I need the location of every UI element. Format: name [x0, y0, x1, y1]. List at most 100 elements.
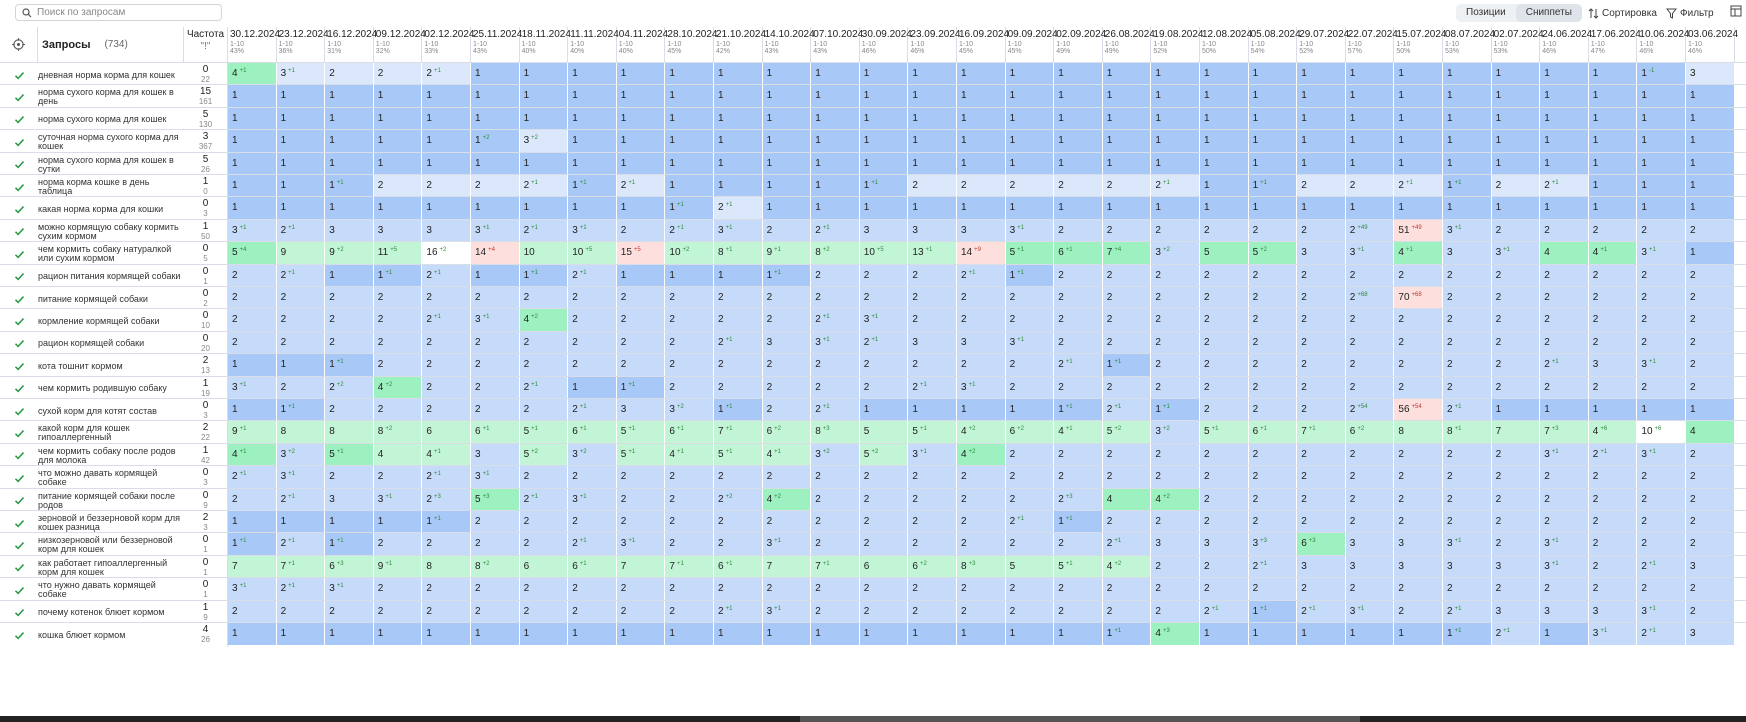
- position-cell[interactable]: 2: [1005, 287, 1055, 310]
- table-row[interactable]: низкозерновой или беззерновой корм для к…: [0, 532, 1746, 558]
- position-cell[interactable]: 1: [325, 197, 374, 220]
- query-text[interactable]: чем кормить собаку натуралкой или сухим …: [38, 242, 184, 266]
- position-cell[interactable]: 4 +2: [762, 488, 812, 511]
- position-cell[interactable]: 1: [1054, 63, 1103, 86]
- position-cell[interactable]: 1: [325, 152, 374, 175]
- table-row[interactable]: что можно давать кормящей собаке 0 3 2 +1 3 +1…: [0, 465, 1746, 491]
- position-cell[interactable]: 2: [1102, 600, 1152, 623]
- position-cell[interactable]: 2: [1151, 354, 1200, 377]
- position-cell[interactable]: 2: [373, 600, 423, 623]
- position-cell[interactable]: 6 +1: [568, 421, 617, 444]
- position-cell[interactable]: 5 +1: [325, 443, 374, 467]
- position-cell[interactable]: 1: [665, 85, 714, 108]
- position-cell[interactable]: 2: [1005, 354, 1055, 377]
- position-cell[interactable]: 1: [1151, 130, 1200, 153]
- position-cell[interactable]: 7 +1: [714, 421, 763, 444]
- position-cell[interactable]: 2: [1686, 264, 1735, 287]
- position-cell[interactable]: 3: [1297, 555, 1346, 579]
- position-cell[interactable]: 1: [1540, 63, 1589, 86]
- position-cell[interactable]: 2 +1: [714, 197, 763, 220]
- position-cell[interactable]: 2 +1: [908, 376, 957, 399]
- position-cell[interactable]: 1: [276, 152, 326, 175]
- position-cell[interactable]: 2: [1686, 287, 1735, 310]
- row-check[interactable]: [0, 354, 38, 378]
- position-cell[interactable]: 3: [325, 219, 374, 243]
- position-cell[interactable]: 3 +1: [762, 533, 812, 556]
- position-cell[interactable]: 3 +1: [908, 443, 957, 467]
- row-check[interactable]: [0, 85, 38, 109]
- position-cell[interactable]: 1: [228, 511, 277, 534]
- row-check[interactable]: [0, 489, 38, 513]
- position-cell[interactable]: 1: [714, 107, 763, 131]
- position-cell[interactable]: 1: [1005, 623, 1055, 646]
- table-row[interactable]: норма сухого корма для кошек в сутки 5 26 1…: [0, 151, 1746, 177]
- position-cell[interactable]: 2: [1686, 331, 1735, 355]
- position-cell[interactable]: 4: [1540, 242, 1589, 265]
- position-cell[interactable]: 2: [1054, 175, 1103, 198]
- table-row[interactable]: рацион кормящей собаки 0 20 2 2 2 2 2 2 2 2 2 2 2 +1 3 3…: [0, 330, 1746, 356]
- position-cell[interactable]: 2: [665, 466, 714, 489]
- position-cell[interactable]: 1: [1394, 107, 1443, 131]
- position-cell[interactable]: 2: [519, 511, 569, 534]
- position-cell[interactable]: 2: [616, 219, 666, 243]
- position-cell[interactable]: 6 +3: [1297, 533, 1346, 556]
- position-cell[interactable]: 2: [762, 309, 812, 332]
- table-row[interactable]: почему котенок блюет кормом 1 9 2 2 2 2 2 2 2 2 2 2 2…: [0, 599, 1746, 625]
- position-cell[interactable]: 2: [422, 533, 471, 556]
- position-cell[interactable]: 2 +1: [1151, 175, 1200, 198]
- position-cell[interactable]: 3: [1345, 555, 1395, 579]
- position-cell[interactable]: 2: [859, 354, 909, 377]
- position-cell[interactable]: 1: [1200, 152, 1249, 175]
- position-cell[interactable]: 1: [957, 107, 1006, 131]
- position-cell[interactable]: 3 +1: [228, 578, 277, 601]
- position-cell[interactable]: 2: [859, 287, 909, 310]
- row-check[interactable]: [0, 399, 38, 423]
- position-cell[interactable]: 2: [1345, 309, 1395, 332]
- position-cell[interactable]: 2: [714, 354, 763, 377]
- position-cell[interactable]: 2: [1394, 600, 1443, 623]
- position-cell[interactable]: 5: [1005, 555, 1055, 579]
- query-text[interactable]: рацион кормящей собаки: [38, 332, 184, 356]
- position-cell[interactable]: 1: [1297, 85, 1346, 108]
- position-cell[interactable]: 2: [957, 287, 1006, 310]
- position-cell[interactable]: 5 +1: [1200, 421, 1249, 444]
- position-cell[interactable]: 3 +1: [616, 533, 666, 556]
- position-cell[interactable]: 2: [422, 376, 471, 399]
- position-cell[interactable]: 1 +2: [471, 130, 520, 153]
- row-check[interactable]: [0, 309, 38, 333]
- position-cell[interactable]: 1: [1151, 197, 1200, 220]
- position-cell[interactable]: 5 +1: [1005, 242, 1055, 265]
- position-cell[interactable]: 1: [422, 152, 471, 175]
- position-cell[interactable]: 1: [859, 399, 909, 422]
- position-cell[interactable]: 8: [1394, 421, 1443, 444]
- position-cell[interactable]: 14 +9: [957, 242, 1006, 265]
- query-text[interactable]: что можно давать кормящей собаке: [38, 466, 184, 490]
- position-cell[interactable]: 3: [1394, 533, 1443, 556]
- date-column-header[interactable]: 24.06.2024 1-10 46%: [1540, 27, 1592, 62]
- position-cell[interactable]: 1 +1: [1102, 354, 1152, 377]
- position-cell[interactable]: 2 +1: [1200, 600, 1249, 623]
- date-column-header[interactable]: 12.08.2024 1-10 50%: [1200, 27, 1252, 62]
- position-cell[interactable]: 2: [325, 287, 374, 310]
- position-cell[interactable]: 1: [714, 623, 763, 646]
- table-row[interactable]: чем кормить собаку после родов для молок…: [0, 442, 1746, 468]
- position-cell[interactable]: 7: [228, 555, 277, 579]
- position-cell[interactable]: 1: [1394, 63, 1443, 86]
- position-cell[interactable]: 2: [1054, 578, 1103, 601]
- position-cell[interactable]: 1: [1540, 107, 1589, 131]
- position-cell[interactable]: 1: [908, 85, 957, 108]
- position-cell[interactable]: 2: [1588, 533, 1638, 556]
- row-check[interactable]: [0, 556, 38, 580]
- position-cell[interactable]: 1: [1394, 85, 1443, 108]
- position-cell[interactable]: 4 +1: [228, 443, 277, 467]
- position-cell[interactable]: 2 +1: [1540, 354, 1589, 377]
- position-cell[interactable]: 1: [859, 197, 909, 220]
- position-cell[interactable]: 2: [714, 578, 763, 601]
- position-cell[interactable]: 2: [1491, 219, 1541, 243]
- position-cell[interactable]: 2: [811, 264, 860, 287]
- position-cell[interactable]: 3 +1: [228, 376, 277, 399]
- position-cell[interactable]: 1: [422, 623, 471, 646]
- position-cell[interactable]: 1: [1345, 63, 1395, 86]
- position-cell[interactable]: 56 +54: [1394, 399, 1443, 422]
- position-cell[interactable]: 2: [859, 488, 909, 511]
